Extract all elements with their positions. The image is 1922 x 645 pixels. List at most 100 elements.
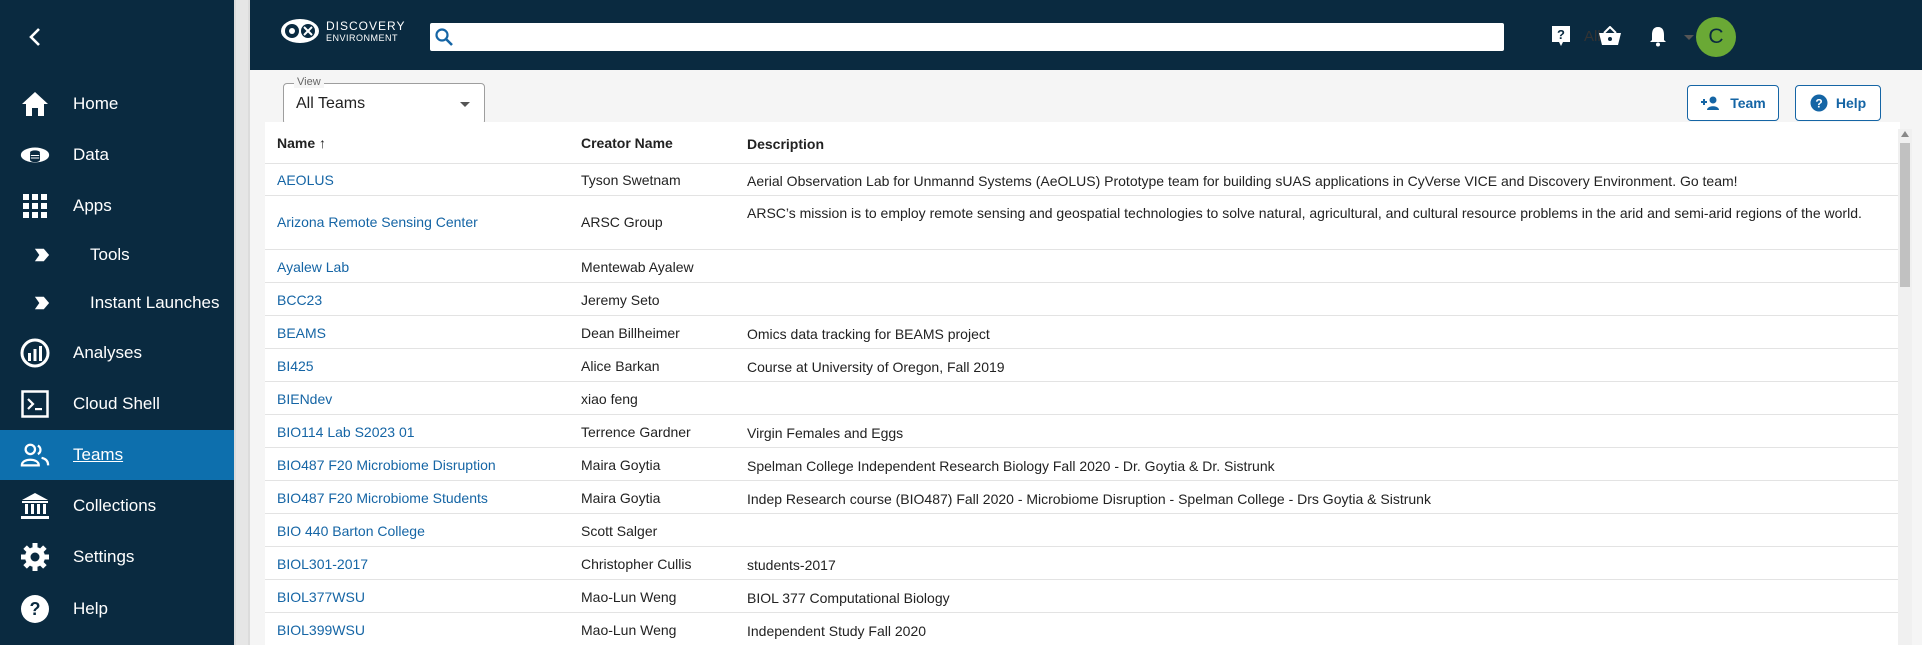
add-group-icon	[1701, 96, 1720, 110]
home-icon	[20, 89, 50, 119]
tag-arrow-icon	[34, 295, 50, 311]
sidebar-item-home[interactable]: Home	[0, 79, 234, 129]
creator-name-cell: xiao feng	[581, 391, 638, 407]
sidebar: Home Data Apps Tools Instant Launches An…	[0, 0, 234, 645]
table-row[interactable]: BIOL377WSU Mao-Lun Weng BIOL 377 Computati…	[265, 580, 1900, 613]
team-name-link[interactable]: BEAMS	[277, 325, 326, 341]
creator-name-cell: Maira Goytia	[581, 490, 661, 506]
description-cell: Aerial Observation Lab for Unmannd Syste…	[747, 173, 1738, 189]
sidebar-item-collections[interactable]: Collections	[0, 481, 234, 531]
user-avatar[interactable]: C	[1696, 17, 1736, 57]
collections-icon	[20, 491, 50, 521]
notifications-button[interactable]	[1646, 24, 1670, 48]
scroll-up-arrow-icon[interactable]	[1901, 131, 1909, 137]
creator-name-cell: Alice Barkan	[581, 358, 660, 374]
creator-name-cell: Tyson Swetnam	[581, 172, 681, 188]
help-icon: ?	[20, 594, 50, 624]
sidebar-item-label: Apps	[73, 196, 112, 215]
support-button[interactable]: ?	[1549, 24, 1573, 48]
team-name-link[interactable]: Ayalew Lab	[277, 259, 349, 275]
description-cell: Spelman College Independent Research Bio…	[747, 458, 1275, 474]
sidebar-item-teams[interactable]: Teams	[0, 430, 234, 480]
team-name-link[interactable]: Arizona Remote Sensing Center	[277, 214, 478, 230]
sidebar-item-label: Help	[73, 599, 108, 618]
description-cell: Course at University of Oregon, Fall 201…	[747, 359, 1005, 375]
create-team-button[interactable]: Team	[1687, 85, 1779, 121]
table-row[interactable]: BIENdev xiao feng	[265, 382, 1900, 415]
data-icon	[20, 140, 50, 170]
team-name-link[interactable]: BIO487 F20 Microbiome Students	[277, 490, 488, 506]
team-name-link[interactable]: BI425	[277, 358, 314, 374]
table-row[interactable]: BIOL399WSU Mao-Lun Weng Independent Study …	[265, 613, 1900, 645]
teams-table: Name ↑ Creator Name Description AEOLUS Ty…	[265, 122, 1900, 645]
description-cell: BIOL 377 Computational Biology	[747, 590, 950, 606]
scrollbar-thumb[interactable]	[1900, 143, 1910, 287]
table-row[interactable]: BIO114 Lab S2023 01 Terrence Gardner Virgi…	[265, 415, 1900, 448]
collapse-sidebar-button[interactable]	[20, 22, 50, 52]
search-bar: All	[430, 23, 1694, 51]
sidebar-item-label: Collections	[73, 496, 157, 515]
analyses-icon	[20, 338, 50, 368]
creator-name-cell: Christopher Cullis	[581, 556, 692, 572]
view-select-label: View	[294, 76, 324, 88]
team-name-link[interactable]: BCC23	[277, 292, 322, 308]
team-name-link[interactable]: BIO114 Lab S2023 01	[277, 424, 415, 440]
logo-mark-icon	[281, 19, 319, 43]
team-name-link[interactable]: BIOL399WSU	[277, 622, 365, 638]
view-select-value: All Teams	[296, 95, 366, 112]
table-row[interactable]: BIO 440 Barton College Scott Salger	[265, 514, 1900, 547]
sidebar-item-apps[interactable]: Apps	[0, 181, 234, 231]
table-row[interactable]: BEAMS Dean Billheimer Omics data tracking …	[265, 316, 1900, 349]
sidebar-item-label: Teams	[73, 445, 124, 464]
creator-name-cell: Mao-Lun Weng	[581, 622, 677, 638]
team-name-link[interactable]: BIOL301-2017	[277, 556, 368, 572]
table-scrollbar[interactable]	[1898, 129, 1912, 645]
search-icon	[435, 28, 453, 46]
creator-name-cell: Jeremy Seto	[581, 292, 660, 308]
sort-ascending-icon: ↑	[319, 135, 327, 151]
svg-text:?: ?	[30, 599, 41, 619]
help-button[interactable]: ? Help	[1795, 85, 1881, 121]
column-header-name[interactable]: Name ↑	[277, 135, 326, 151]
description-cell: Omics data tracking for BEAMS project	[747, 326, 990, 342]
logo-text-line1: DISCOVERY	[326, 18, 406, 33]
sidebar-item-instant-launches[interactable]: Instant Launches	[0, 278, 234, 328]
sidebar-resize-handle[interactable]	[234, 0, 250, 645]
sidebar-item-settings[interactable]: Settings	[0, 532, 234, 582]
discovery-environment-logo[interactable]: DISCOVERY ENVIRONMENT	[280, 18, 405, 44]
cart-button[interactable]	[1598, 24, 1622, 48]
svg-text:?: ?	[1815, 97, 1822, 111]
table-row[interactable]: BCC23 Jeremy Seto	[265, 283, 1900, 316]
description-cell: Indep Research course (BIO487) Fall 2020…	[747, 491, 1431, 507]
chevron-left-icon	[29, 28, 40, 46]
table-row[interactable]: BIO487 F20 Microbiome Disruption Maira Go…	[265, 448, 1900, 481]
table-row[interactable]: BI425 Alice Barkan Course at University of…	[265, 349, 1900, 382]
sidebar-item-label: Settings	[73, 547, 135, 566]
creator-name-cell: Mao-Lun Weng	[581, 589, 677, 605]
view-select[interactable]: View All Teams	[283, 76, 485, 125]
support-question-icon: ?	[1552, 26, 1570, 46]
teams-icon	[20, 440, 50, 470]
table-row[interactable]: BIO487 F20 Microbiome Students Maira Goyt…	[265, 481, 1900, 514]
sidebar-item-cloud-shell[interactable]: Cloud Shell	[0, 379, 234, 429]
search-input[interactable]	[458, 25, 1362, 49]
sidebar-item-label: Tools	[90, 245, 130, 264]
table-row[interactable]: Arizona Remote Sensing Center ARSC Group A…	[265, 196, 1900, 250]
team-name-link[interactable]: BIOL377WSU	[277, 589, 365, 605]
sidebar-item-help[interactable]: ? Help	[0, 584, 234, 634]
help-circle-icon: ?	[1810, 94, 1828, 112]
team-name-link[interactable]: AEOLUS	[277, 172, 334, 188]
creator-name-cell: Mentewab Ayalew	[581, 259, 694, 275]
table-row[interactable]: Ayalew Lab Mentewab Ayalew	[265, 250, 1900, 283]
team-name-link[interactable]: BIO487 F20 Microbiome Disruption	[277, 457, 496, 473]
sidebar-item-analyses[interactable]: Analyses	[0, 328, 234, 378]
sidebar-item-tools[interactable]: Tools	[0, 230, 234, 280]
table-row[interactable]: AEOLUS Tyson Swetnam Aerial Observation La…	[265, 163, 1900, 196]
sidebar-item-data[interactable]: Data	[0, 130, 234, 180]
team-name-link[interactable]: BIENdev	[277, 391, 332, 407]
creator-name-cell: Dean Billheimer	[581, 325, 680, 341]
table-row[interactable]: BIOL301-2017 Christopher Cullis students-2…	[265, 547, 1900, 580]
bell-icon	[1650, 27, 1666, 47]
team-name-link[interactable]: BIO 440 Barton College	[277, 523, 425, 539]
top-bar: DISCOVERY ENVIRONMENT All ? C	[250, 0, 1922, 70]
